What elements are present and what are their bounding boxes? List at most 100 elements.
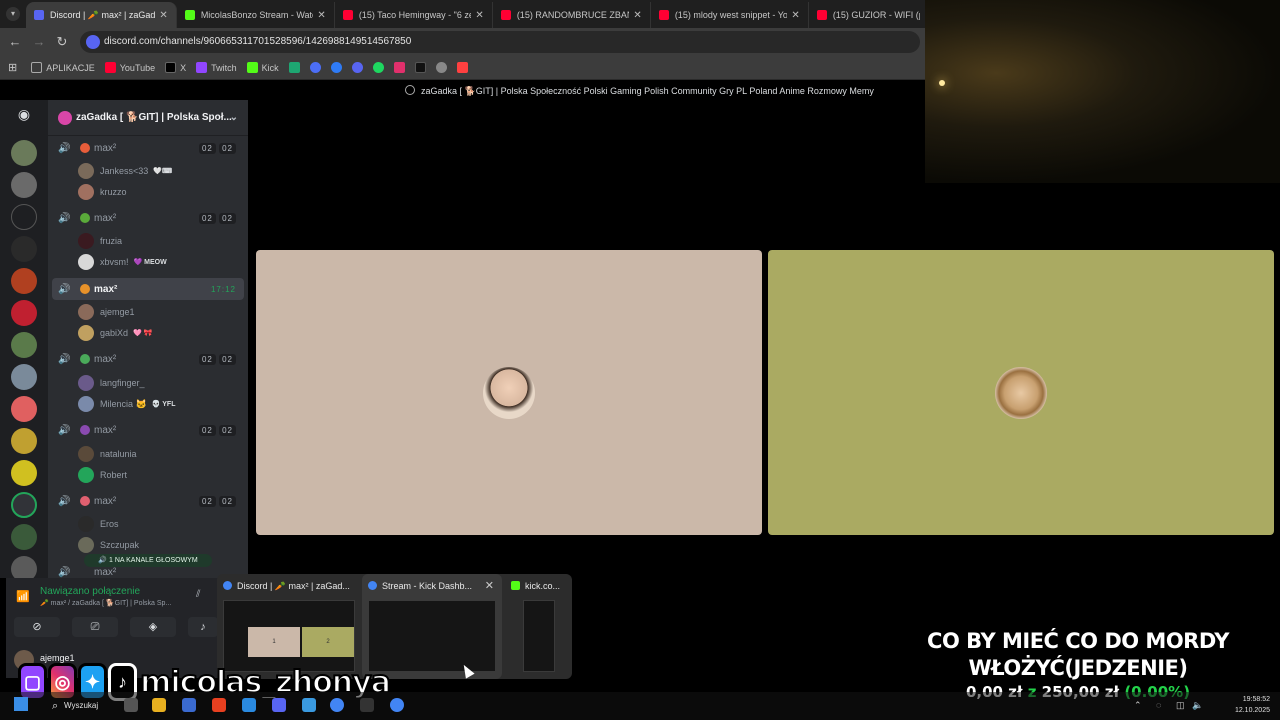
close-tab-icon[interactable]: ✕ [475,10,483,21]
site-info-icon[interactable] [86,35,100,49]
tab-search-icon[interactable]: ▾ [6,7,20,21]
browser-tab-kick[interactable]: MicolasBonzo Stream - Watch L✕ [177,2,335,28]
bookmark-icon-7[interactable] [414,62,426,73]
chrome-taskbar-icon[interactable] [330,698,344,712]
connection-channel[interactable]: 🥕 max² / zaGadka [ 🐕GIT] | Polska Sp... [40,599,171,607]
goal-title-line-1: CO BY MIEĆ CO DO MORDY [927,629,1229,653]
address-bar[interactable]: discord.com/channels/960665311701528596/… [80,31,920,53]
camera-off-button[interactable]: ⊘ [14,617,60,637]
voice-user[interactable]: Szczupak [78,535,139,555]
voice-user[interactable]: natalunia [78,444,137,464]
server-icon[interactable] [11,236,37,262]
network-icon[interactable]: ◫ [1176,700,1185,711]
voice-channel[interactable]: 🔊 max² 02 02 [52,348,244,370]
tray-chevron-icon[interactable]: ⌃ [1134,700,1142,711]
browser-tab-youtube-3[interactable]: (15) mlody west snippet - YouT ✕ [651,2,809,28]
chrome-taskbar-icon[interactable] [390,698,404,712]
bookmark-twitch[interactable]: Twitch [196,62,237,73]
server-icon[interactable] [11,396,37,422]
voice-channel[interactable]: 🔊 max² 02 02 [52,419,244,441]
discord-home-icon[interactable]: ◉ [11,106,37,126]
taskbar-search[interactable]: Wyszukaj [48,697,118,715]
server-icon[interactable] [11,140,37,166]
back-icon[interactable]: ← [7,34,23,49]
soundboard-button[interactable]: ♪ [188,617,218,637]
server-icon[interactable] [11,524,37,550]
server-icon[interactable] [11,364,37,390]
browser-tab-youtube-1[interactable]: (15) Taco Hemingway - "6 zer ✕ [335,2,493,28]
server-icon[interactable] [11,332,37,358]
apps-grid-icon[interactable]: ⊞ [8,61,17,74]
voice-user[interactable]: ajemge1 [78,302,135,322]
voice-channel[interactable]: 🔊 max² 02 02 [52,207,244,229]
bookmark-icon-4[interactable] [351,62,363,73]
voice-user[interactable]: Milencia 🐱 💀 YFL [78,394,175,414]
server-icon[interactable] [11,428,37,454]
task-view-icon[interactable] [124,698,138,712]
browser-tab-youtube-2[interactable]: (15) RANDOMBRUCE ZBANOW✕ [493,2,651,28]
preview-window-kick[interactable]: kick.co... [505,574,570,679]
screen-share-button[interactable]: ⎚ [72,617,118,637]
voice-channel[interactable]: 🔊 max² 02 02 [52,490,244,512]
close-tab-icon[interactable]: ✕ [159,10,167,21]
app-icon[interactable] [182,698,196,712]
voice-user[interactable]: gabiXd 🩷 🎀 [78,323,152,343]
bookmark-icon-3[interactable] [330,62,342,73]
bookmark-folder-aplikacje[interactable]: APLIKACJE [31,62,95,73]
user-limit: 02 02 [198,142,236,154]
file-explorer-icon[interactable] [152,698,166,712]
connection-status[interactable]: Nawiązano połączenie [40,586,140,597]
browser-tab-strip: ▾ Discord | 🥕 max² | zaGad ✕ MicolasBonzo… [0,0,929,28]
voice-user[interactable]: Robert [78,465,127,485]
bookmark-youtube[interactable]: YouTube [104,62,155,73]
voice-user[interactable]: xbvsm! 💜 MEOW [78,252,167,272]
close-tab-icon[interactable]: ✕ [633,10,641,21]
tray-icon[interactable]: ◌ [1156,700,1161,710]
bookmark-kick[interactable]: Kick [246,62,279,73]
discord-taskbar-icon[interactable] [272,698,286,712]
youtube-favicon-icon [500,10,511,20]
activity-button[interactable]: ◈ [130,617,176,637]
forward-icon[interactable]: → [31,34,47,49]
voice-user[interactable]: fruzia [78,231,122,251]
bookmark-icon-9[interactable] [456,62,468,73]
bookmark-x[interactable]: X [165,62,186,73]
voice-user[interactable]: kruzzo [78,182,127,202]
server-icon-active[interactable] [11,492,37,518]
bookmark-icon-1[interactable] [288,62,300,73]
bookmark-icon-8[interactable] [435,62,447,73]
server-icon[interactable] [11,172,37,198]
volume-icon[interactable]: 🔈 [1192,700,1203,711]
windows-start-icon[interactable] [14,697,28,711]
user-limit: 02 02 [198,353,236,365]
noise-suppression-icon[interactable]: ⫽ [196,589,200,600]
bookmark-icon-5[interactable] [372,62,384,73]
twitch-icon [196,62,208,73]
video-tile[interactable] [768,250,1274,535]
close-tab-icon[interactable]: ✕ [317,10,325,21]
app-icon[interactable] [360,698,374,712]
bookmark-icon-6[interactable] [393,62,405,73]
voice-user[interactable]: Eros [78,514,119,534]
app-icon[interactable] [212,698,226,712]
reload-icon[interactable]: ↻ [54,34,70,50]
system-clock[interactable]: 19:58:52 12.10.2025 [1210,694,1270,716]
video-tile[interactable] [256,250,762,535]
close-window-icon[interactable]: ✕ [485,579,494,592]
browser-tab-discord[interactable]: Discord | 🥕 max² | zaGad ✕ [26,2,177,28]
server-icon[interactable] [11,204,37,230]
app-icon[interactable] [302,698,316,712]
close-tab-icon[interactable]: ✕ [791,10,799,21]
voice-channel-connected[interactable]: 🔊 max² 17:12 [52,278,244,300]
voice-channel[interactable]: 🔊 max² 02 02 [52,137,244,159]
server-icon[interactable] [11,460,37,486]
channel-emoji-icon [80,496,90,506]
browser-tab-youtube-4[interactable]: (15) GUZIOR - WIFI (prod [809,2,929,28]
server-header[interactable]: zaGadka [ 🐕GIT] | Polska Społ... ⌄ [48,100,248,136]
server-icon[interactable] [11,300,37,326]
server-icon[interactable] [11,268,37,294]
voice-user[interactable]: langfinger_ [78,373,145,393]
voice-user[interactable]: Jankess<33 🤍⌨ [78,161,172,181]
app-icon[interactable] [242,698,256,712]
bookmark-icon-2[interactable] [309,62,321,73]
